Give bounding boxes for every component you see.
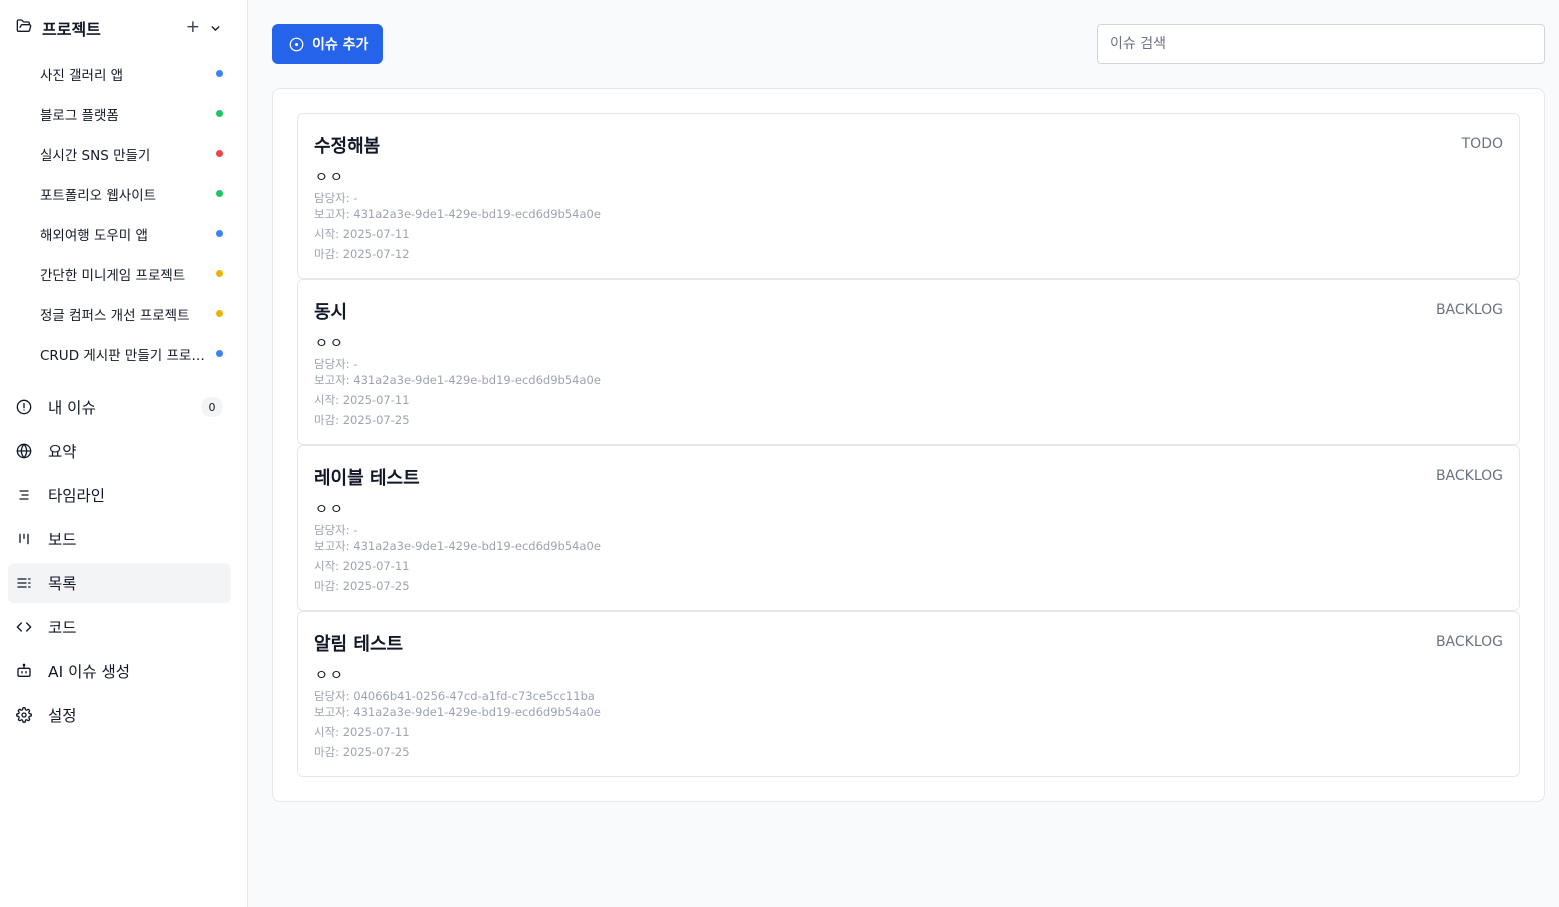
project-name: 사진 갤러리 앱 [40,68,124,84]
nav-label: 요약 [48,443,77,461]
issue-title: 동시 [314,302,348,323]
issue-assignee: 담당자: - [314,357,358,371]
globe-icon [16,443,32,459]
sidebar-nav-item[interactable]: 요약 [8,431,231,471]
chevron-down-icon[interactable] [209,20,222,39]
issue-start-date: 시작: 2025-07-11 [314,227,410,241]
project-color-dot [216,190,223,197]
issue-assignee: 담당자: - [314,523,358,537]
projects-title: 프로젝트 [42,20,101,39]
issue-title: 수정해봄 [314,136,381,157]
issue-status: BACKLOG [1435,468,1503,484]
issue-due-date: 마감: 2025-07-25 [314,413,410,427]
issue-status: BACKLOG [1435,634,1503,650]
issue-card[interactable]: 수정해봄 TODO ㅇㅇ 담당자: - 보고자: 431a2a3e-9de1-429e-… [297,113,1520,279]
issue-due-date: 마감: 2025-07-25 [314,745,410,759]
sidebar-nav-item[interactable]: 설정 [8,695,231,735]
sidebar-project-item[interactable]: 해외여행 도우미 앱 [40,214,230,254]
nav-label: 설정 [48,707,77,725]
project-color-dot [216,230,223,237]
sidebar-project-item[interactable]: 실시간 SNS 만들기 [40,134,230,174]
sidebar-nav-item[interactable]: 코드 [8,607,231,647]
issue-card[interactable]: 레이블 테스트 BACKLOG ㅇㅇ 담당자: - 보고자: 431a2a3e-9de1… [297,445,1520,611]
nav-label: 보드 [48,531,77,549]
issue-assignee: 담당자: - [314,191,358,205]
issue-reporter: 보고자: 431a2a3e-9de1-429e-bd19-ecd6d9b54a0… [314,539,601,553]
sidebar-nav-item[interactable]: AI 이슈 생성 [8,651,231,691]
issue-search-input[interactable] [1097,24,1545,64]
add-issue-label: 이슈 추가 [312,37,369,53]
project-list: 사진 갤러리 앱블로그 플랫폼실시간 SNS 만들기포트폴리오 웹사이트해외여행… [40,54,230,374]
issue-reporter: 보고자: 431a2a3e-9de1-429e-bd19-ecd6d9b54a0… [314,207,601,221]
project-color-dot [216,110,223,117]
issue-due-date: 마감: 2025-07-25 [314,579,410,593]
plus-circle-icon [289,37,304,52]
issue-count-badge: 0 [201,397,223,417]
folder-icon [16,18,32,38]
sidebar-nav: 내 이슈 0 요약타임라인보드목록코드 AI 이슈 생성설정 [8,387,231,739]
add-issue-button[interactable]: 이슈 추가 [272,24,383,64]
nav-label: AI 이슈 생성 [48,663,131,681]
project-color-dot [216,350,223,357]
sidebar-nav-item[interactable]: 목록 [8,563,231,603]
project-name: 정글 컴퍼스 개선 프로젝트 [40,308,190,324]
issue-list-panel: 수정해봄 TODO ㅇㅇ 담당자: - 보고자: 431a2a3e-9de1-429e-… [272,88,1545,802]
timeline-icon [16,487,32,503]
project-name: 간단한 미니게임 프로젝트 [40,268,186,284]
sidebar-project-item[interactable]: 블로그 플랫폼 [40,94,230,134]
sidebar: 프로젝트 + 사진 갤러리 앱블로그 플랫폼실시간 SNS 만들기포트폴리오 웹… [0,0,248,907]
issue-card[interactable]: 알림 테스트 BACKLOG ㅇㅇ 담당자: 04066b41-0256-47cd-a… [297,611,1520,777]
issue-start-date: 시작: 2025-07-11 [314,393,410,407]
issue-description: ㅇㅇ [315,502,345,518]
sidebar-project-item[interactable]: 사진 갤러리 앱 [40,54,230,94]
project-color-dot [216,70,223,77]
project-name: 블로그 플랫폼 [40,108,119,124]
sidebar-nav-item[interactable]: 내 이슈 0 [8,387,231,427]
list-icon [16,575,32,591]
gear-icon [16,707,32,723]
alert-circle-icon [16,399,32,415]
issue-title: 알림 테스트 [314,634,404,655]
bot-icon [16,663,32,679]
issue-status: BACKLOG [1435,302,1503,318]
project-color-dot [216,150,223,157]
projects-header[interactable]: 프로젝트 + [8,8,230,48]
sidebar-project-item[interactable]: CRUD 게시판 만들기 프로젝트 [40,334,230,374]
nav-label: 타임라인 [48,487,106,505]
sidebar-nav-item[interactable]: 보드 [8,519,231,559]
issue-reporter: 보고자: 431a2a3e-9de1-429e-bd19-ecd6d9b54a0… [314,705,601,719]
issue-status: TODO [1461,136,1503,152]
issue-assignee: 담당자: 04066b41-0256-47cd-a1fd-c73ce5cc11b… [314,689,595,703]
nav-label: 내 이슈 [48,399,96,417]
project-name: 포트폴리오 웹사이트 [40,188,157,204]
sidebar-project-item[interactable]: 정글 컴퍼스 개선 프로젝트 [40,294,230,334]
sidebar-project-item[interactable]: 포트폴리오 웹사이트 [40,174,230,214]
nav-label: 목록 [48,575,77,593]
add-project-button[interactable]: + [186,17,200,37]
code-icon [16,619,32,635]
issue-title: 레이블 테스트 [314,468,420,489]
nav-label: 코드 [48,619,77,637]
project-name: 실시간 SNS 만들기 [40,148,151,164]
issue-start-date: 시작: 2025-07-11 [314,559,410,573]
project-color-dot [216,270,223,277]
issue-start-date: 시작: 2025-07-11 [314,725,410,739]
sidebar-nav-item[interactable]: 타임라인 [8,475,231,515]
issue-description: ㅇㅇ [315,336,345,352]
project-name: 해외여행 도우미 앱 [40,228,148,244]
issue-card[interactable]: 동시 BACKLOG ㅇㅇ 담당자: - 보고자: 431a2a3e-9de1-429e… [297,279,1520,445]
issue-due-date: 마감: 2025-07-12 [314,247,410,261]
sidebar-project-item[interactable]: 간단한 미니게임 프로젝트 [40,254,230,294]
issue-description: ㅇㅇ [315,668,345,684]
issue-reporter: 보고자: 431a2a3e-9de1-429e-bd19-ecd6d9b54a0… [314,373,601,387]
board-icon [16,531,32,547]
project-name: CRUD 게시판 만들기 프로젝트 [40,348,210,364]
project-color-dot [216,310,223,317]
issue-description: ㅇㅇ [315,170,345,186]
